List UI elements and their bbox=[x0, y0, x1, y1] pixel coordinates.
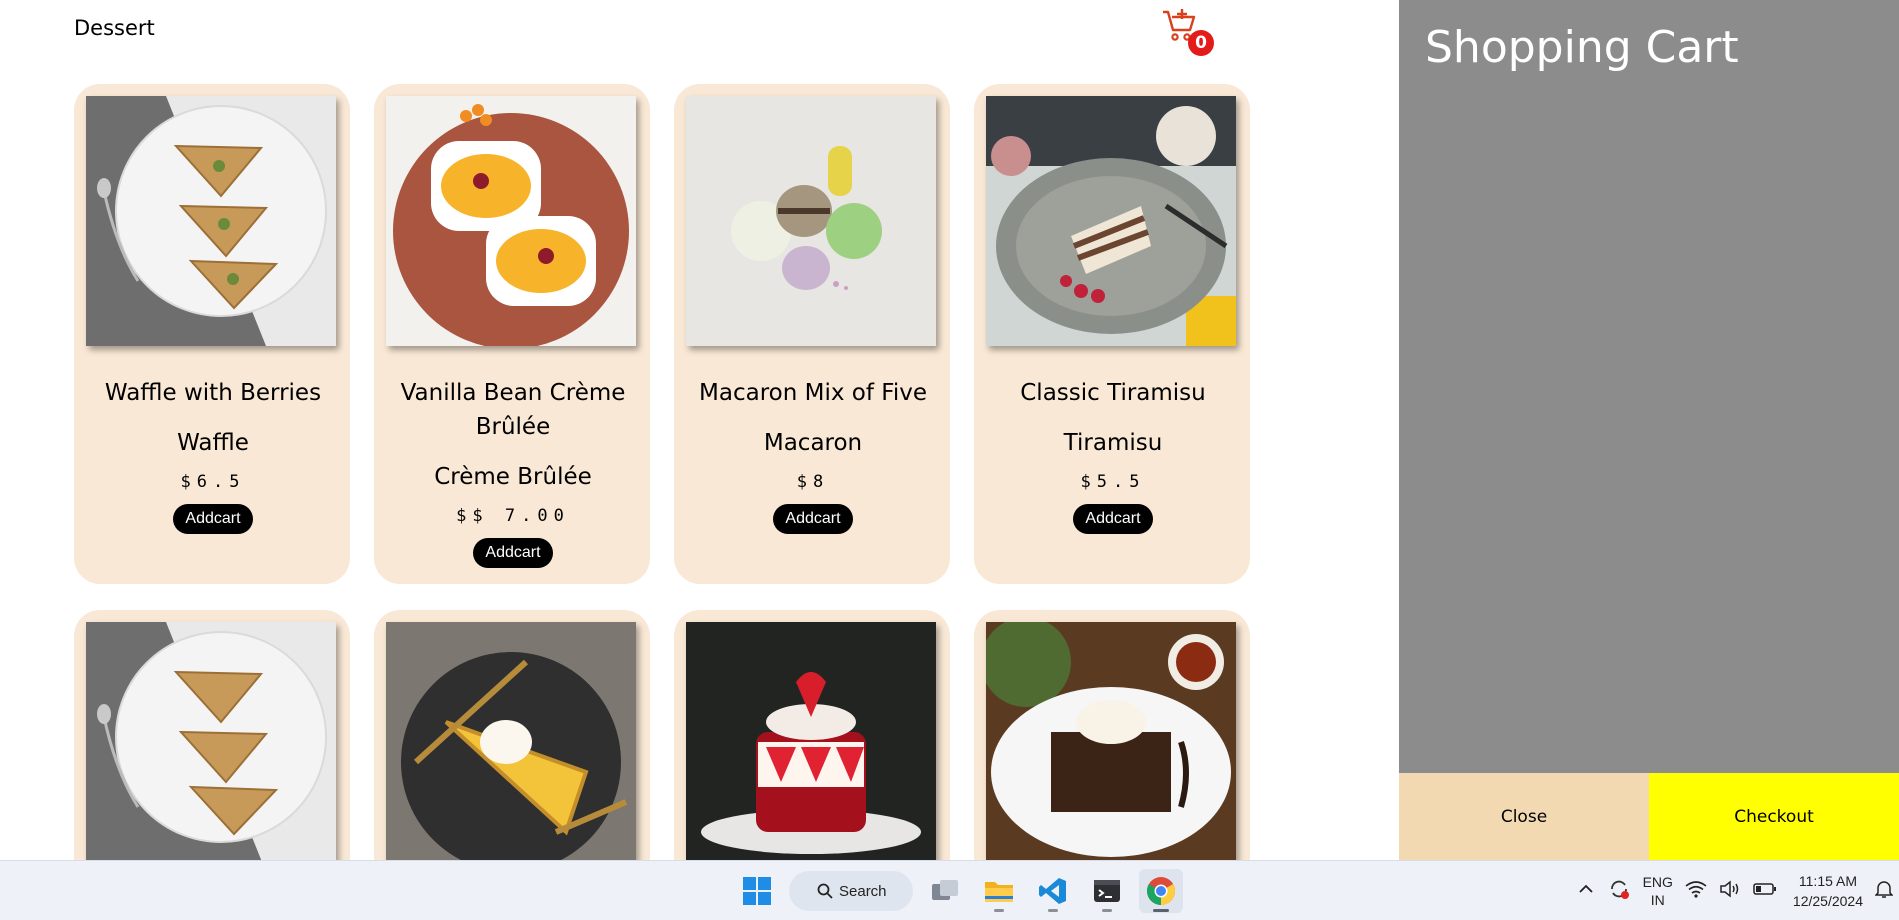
chevron-up-icon[interactable] bbox=[1577, 880, 1595, 903]
task-view-button[interactable] bbox=[923, 869, 967, 913]
start-button[interactable] bbox=[735, 869, 779, 913]
running-indicator bbox=[1048, 909, 1058, 912]
cart-actions: Close Checkout bbox=[1399, 773, 1899, 860]
folder-icon bbox=[985, 882, 1013, 902]
vscode-button[interactable] bbox=[1031, 869, 1075, 913]
close-button[interactable]: Close bbox=[1399, 773, 1649, 860]
product-card: Vanilla Bean Crème Brûlée Crème Brûlée $… bbox=[374, 84, 650, 584]
cart-title: Shopping Cart bbox=[1425, 22, 1739, 73]
product-category: Waffle bbox=[177, 430, 249, 456]
running-indicator bbox=[1153, 909, 1169, 912]
product-price: $6.5 bbox=[180, 472, 246, 492]
windows-logo-icon bbox=[743, 877, 771, 905]
product-card: Classic Tiramisu Tiramisu $5.5 Addcart bbox=[974, 84, 1250, 584]
add-to-cart-button[interactable]: Addcart bbox=[1073, 504, 1153, 534]
search-label: Search bbox=[839, 882, 887, 900]
product-price: $8 bbox=[796, 472, 830, 492]
clock-date: 12/25/2024 bbox=[1792, 893, 1863, 909]
product-image-brownie bbox=[986, 622, 1236, 872]
taskbar-apps: Search bbox=[735, 869, 1183, 913]
sync-icon[interactable] bbox=[1607, 877, 1631, 906]
product-image-baklava bbox=[86, 96, 336, 346]
product-card: Waffle with Berries Waffle $6.5 Addcart bbox=[74, 84, 350, 584]
add-to-cart-button[interactable]: Addcart bbox=[773, 504, 853, 534]
add-to-cart-button[interactable]: Addcart bbox=[173, 504, 253, 534]
product-category: Macaron bbox=[763, 430, 863, 456]
task-view-icon bbox=[932, 880, 958, 900]
system-tray: ENG IN 11:15 AM 12/25/2024 bbox=[1571, 861, 1899, 920]
language-indicator[interactable]: ENG IN bbox=[1643, 873, 1673, 909]
running-indicator bbox=[994, 909, 1004, 912]
product-image-tiramisu bbox=[986, 96, 1236, 346]
product-image-creme-brulee bbox=[386, 96, 636, 346]
search-icon bbox=[817, 883, 833, 899]
cart-count-badge: 0 bbox=[1188, 30, 1214, 56]
chrome-button[interactable] bbox=[1139, 869, 1183, 913]
product-name: Vanilla Bean Crème Brûlée bbox=[400, 380, 626, 440]
product-image-baklava bbox=[86, 622, 336, 872]
product-card: Macaron Mix of Five Macaron $8 Addcart bbox=[674, 84, 950, 584]
language-code: ENG bbox=[1642, 874, 1673, 890]
add-to-cart-button[interactable]: Addcart bbox=[473, 538, 553, 568]
taskbar-search[interactable]: Search bbox=[789, 871, 913, 911]
volume-icon[interactable] bbox=[1719, 879, 1741, 903]
product-name: Classic Tiramisu bbox=[1020, 380, 1206, 406]
wifi-icon[interactable] bbox=[1685, 880, 1707, 903]
chrome-icon bbox=[1147, 877, 1175, 905]
vscode-icon bbox=[1039, 878, 1066, 904]
file-explorer-button[interactable] bbox=[977, 869, 1021, 913]
cart-button[interactable]: 0 bbox=[1160, 6, 1214, 56]
terminal-icon bbox=[1094, 880, 1120, 902]
product-image-strawberry-cake bbox=[686, 622, 936, 872]
page-title: Dessert bbox=[74, 16, 155, 40]
product-category: Tiramisu bbox=[1063, 430, 1163, 456]
language-region: IN bbox=[1650, 892, 1665, 908]
product-price: $5.5 bbox=[1080, 472, 1146, 492]
checkout-button[interactable]: Checkout bbox=[1649, 773, 1899, 860]
battery-icon[interactable] bbox=[1753, 882, 1777, 901]
clock-time: 11:15 AM bbox=[1798, 873, 1858, 889]
running-indicator bbox=[1102, 909, 1112, 912]
product-category: Crème Brûlée bbox=[434, 464, 592, 490]
product-name: Waffle with Berries bbox=[104, 380, 322, 406]
product-grid: Waffle with Berries Waffle $6.5 Addcart … bbox=[74, 84, 1250, 910]
notification-bell-icon[interactable] bbox=[1874, 879, 1894, 904]
product-image-lemon-tart bbox=[386, 622, 636, 872]
product-name: Macaron Mix of Five bbox=[699, 380, 927, 406]
terminal-button[interactable] bbox=[1085, 869, 1129, 913]
clock[interactable]: 11:15 AM 12/25/2024 bbox=[1793, 871, 1863, 911]
product-image-macarons bbox=[686, 96, 936, 346]
product-price: $$ 7.00 bbox=[456, 506, 570, 526]
shopping-cart-panel: Shopping Cart Close Checkout bbox=[1399, 0, 1899, 860]
taskbar: Search ENG IN 11:15 AM 12/25/2024 bbox=[0, 860, 1899, 920]
